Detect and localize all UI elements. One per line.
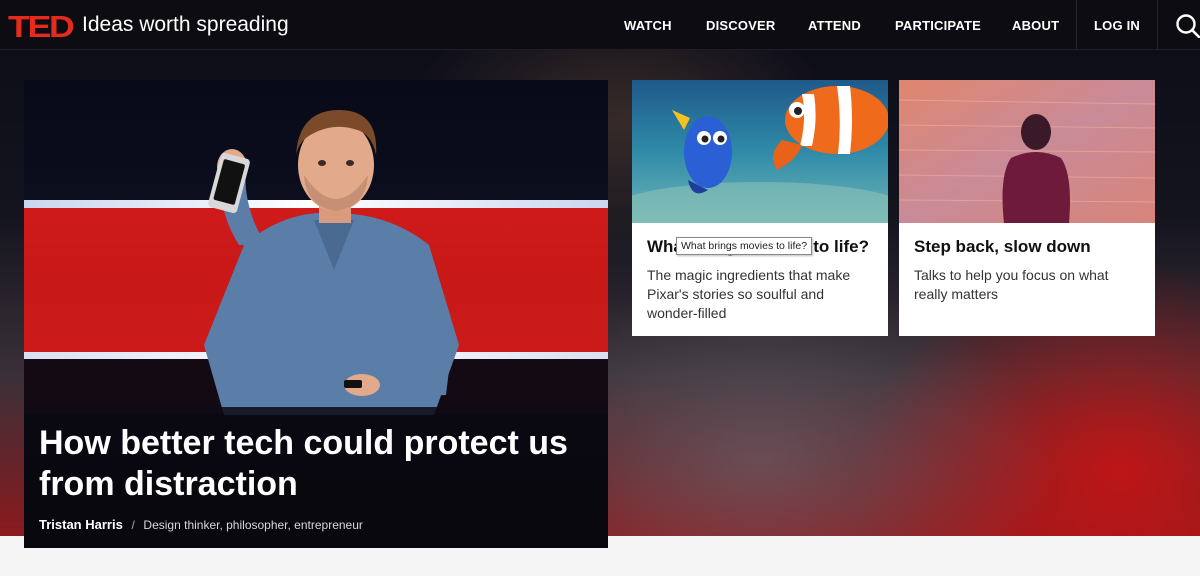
playlist-card-title[interactable]: Step back, slow down [914, 237, 1091, 257]
nav-discover[interactable]: DISCOVER [706, 18, 776, 33]
playlist-card-image [899, 80, 1155, 223]
featured-talk-card[interactable]: How better tech could protect us from di… [24, 80, 608, 548]
speaker-name[interactable]: Tristan Harris [39, 517, 123, 532]
top-header: TED Ideas worth spreading WATCH DISCOVER… [0, 0, 1200, 50]
underwater-fish-illustration [632, 80, 888, 223]
meta-separator: / [131, 518, 135, 532]
playlist-card-image [632, 80, 888, 223]
nav-watch[interactable]: WATCH [624, 18, 672, 33]
nav-divider [1076, 0, 1077, 50]
playlist-card-description: Talks to help you focus on what really m… [914, 267, 1109, 302]
nav-about[interactable]: ABOUT [1012, 18, 1059, 33]
playlist-card-movies[interactable]: What brings movies to life? The magic in… [632, 80, 888, 336]
playlist-card-description: The magic ingredients that make Pixar's … [647, 267, 851, 321]
nav-divider [1157, 0, 1158, 50]
speaker-description: Design thinker, philosopher, entrepreneu… [143, 518, 363, 532]
search-icon[interactable] [1175, 13, 1200, 38]
tooltip: What brings movies to life? [676, 237, 813, 255]
featured-talk-title[interactable]: How better tech could protect us from di… [39, 423, 599, 505]
water-figure-illustration [899, 80, 1155, 223]
tagline: Ideas worth spreading [82, 13, 289, 36]
nav-attend[interactable]: ATTEND [808, 18, 861, 33]
nav-participate[interactable]: PARTICIPATE [895, 18, 981, 33]
featured-talk-image [24, 80, 608, 415]
playlist-card-slow-down[interactable]: Step back, slow down Talks to help you f… [899, 80, 1155, 336]
featured-talk-meta: Tristan Harris / Design thinker, philoso… [39, 517, 363, 532]
ted-logo[interactable]: TED [8, 9, 75, 45]
login-link[interactable]: LOG IN [1094, 18, 1140, 33]
speaker-illustration [204, 110, 459, 415]
